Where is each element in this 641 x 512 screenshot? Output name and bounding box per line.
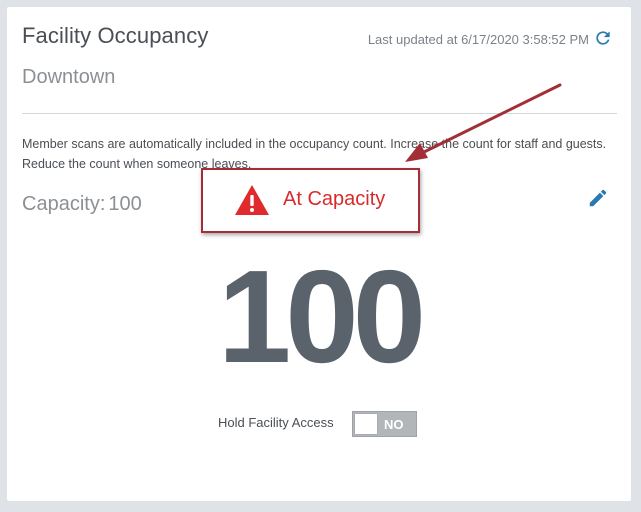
pencil-icon[interactable]	[587, 187, 609, 209]
occupancy-count: 100	[217, 243, 426, 390]
refresh-icon[interactable]	[593, 28, 613, 48]
capacity-label: Capacity:	[22, 193, 106, 215]
page-title: Facility Occupancy	[22, 23, 209, 48]
warning-triangle-icon	[235, 185, 269, 215]
hold-access-toggle[interactable]: NO	[352, 411, 417, 437]
capacity-value: 100	[108, 193, 142, 215]
alert-text: At Capacity	[283, 188, 386, 210]
at-capacity-alert: At Capacity	[201, 168, 420, 233]
location-name: Downtown	[22, 66, 116, 88]
last-updated-text: Last updated at 6/17/2020 3:58:52 PM	[367, 32, 589, 47]
capacity-display: Capacity: 100	[22, 193, 142, 216]
occupancy-card: Facility Occupancy Last updated at 6/17/…	[7, 7, 631, 501]
toggle-knob	[355, 414, 377, 434]
toggle-state-text: NO	[384, 417, 404, 432]
hold-access-label: Hold Facility Access	[218, 415, 334, 430]
divider	[22, 113, 617, 114]
